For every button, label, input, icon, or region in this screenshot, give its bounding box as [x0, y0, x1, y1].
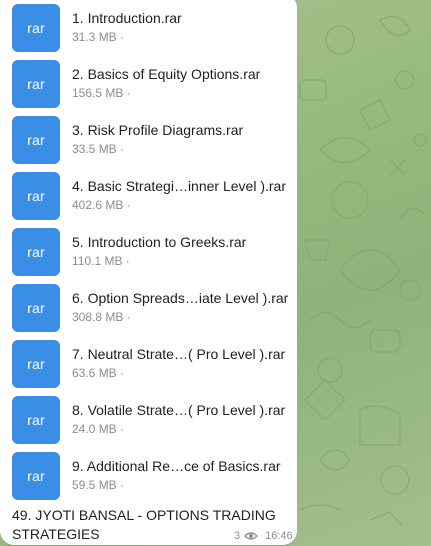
file-extension: rar — [27, 76, 45, 92]
rar-file-icon[interactable]: rar — [12, 340, 60, 388]
view-count: 3 — [234, 530, 241, 542]
file-name: 2. Basics of Equity Options.rar — [72, 66, 261, 82]
file-size: 24.0 MB · — [72, 422, 125, 436]
eye-icon — [244, 532, 259, 540]
file-item[interactable]: rar 2. Basics of Equity Options.rar 156.… — [12, 60, 294, 108]
message-time: 16:46 — [265, 530, 293, 542]
rar-file-icon[interactable]: rar — [12, 284, 60, 332]
file-extension: rar — [27, 300, 45, 316]
file-size: 308.8 MB · — [72, 310, 131, 324]
rar-file-icon[interactable]: rar — [12, 452, 60, 500]
file-name: 4. Basic Strategi…inner Level ).rar — [72, 178, 286, 194]
file-name: 7. Neutral Strate…( Pro Level ).rar — [72, 346, 286, 362]
file-name: 6. Option Spreads…iate Level ).rar — [72, 290, 289, 306]
file-name: 9. Additional Re…ce of Basics.rar — [72, 458, 281, 474]
file-item[interactable]: rar 1. Introduction.rar 31.3 MB · — [12, 4, 294, 52]
file-item[interactable]: rar 4. Basic Strategi…inner Level ).rar … — [12, 172, 294, 220]
file-size: 59.5 MB · — [72, 478, 125, 492]
file-item[interactable]: rar 5. Introduction to Greeks.rar 110.1 … — [12, 228, 294, 276]
rar-file-icon[interactable]: rar — [12, 228, 60, 276]
file-name: 8. Volatile Strate…( Pro Level ).rar — [72, 402, 286, 418]
file-extension: rar — [27, 412, 45, 428]
file-size: 33.5 MB · — [72, 142, 125, 156]
file-size: 156.5 MB · — [72, 86, 131, 100]
file-name: 3. Risk Profile Diagrams.rar — [72, 122, 244, 138]
rar-file-icon[interactable]: rar — [12, 116, 60, 164]
file-extension: rar — [27, 356, 45, 372]
file-name: 1. Introduction.rar — [72, 10, 182, 26]
file-extension: rar — [27, 244, 45, 260]
file-name: 5. Introduction to Greeks.rar — [72, 234, 247, 250]
file-extension: rar — [27, 188, 45, 204]
rar-file-icon[interactable]: rar — [12, 60, 60, 108]
file-extension: rar — [27, 20, 45, 36]
file-item[interactable]: rar 3. Risk Profile Diagrams.rar 33.5 MB… — [12, 116, 294, 164]
file-size: 110.1 MB · — [72, 254, 130, 268]
rar-file-icon[interactable]: rar — [12, 172, 60, 220]
file-extension: rar — [27, 132, 45, 148]
message-meta: 3 16:46 — [234, 530, 293, 542]
file-item[interactable]: rar 6. Option Spreads…iate Level ).rar 3… — [12, 284, 294, 332]
rar-file-icon[interactable]: rar — [12, 4, 60, 52]
file-size: 402.6 MB · — [72, 198, 131, 212]
file-item[interactable]: rar 9. Additional Re…ce of Basics.rar 59… — [12, 452, 294, 500]
file-item[interactable]: rar 7. Neutral Strate…( Pro Level ).rar … — [12, 340, 294, 388]
file-extension: rar — [27, 468, 45, 484]
rar-file-icon[interactable]: rar — [12, 396, 60, 444]
file-size: 63.6 MB · — [72, 366, 125, 380]
file-size: 31.3 MB · — [72, 30, 125, 44]
file-item[interactable]: rar 8. Volatile Strate…( Pro Level ).rar… — [12, 396, 294, 444]
